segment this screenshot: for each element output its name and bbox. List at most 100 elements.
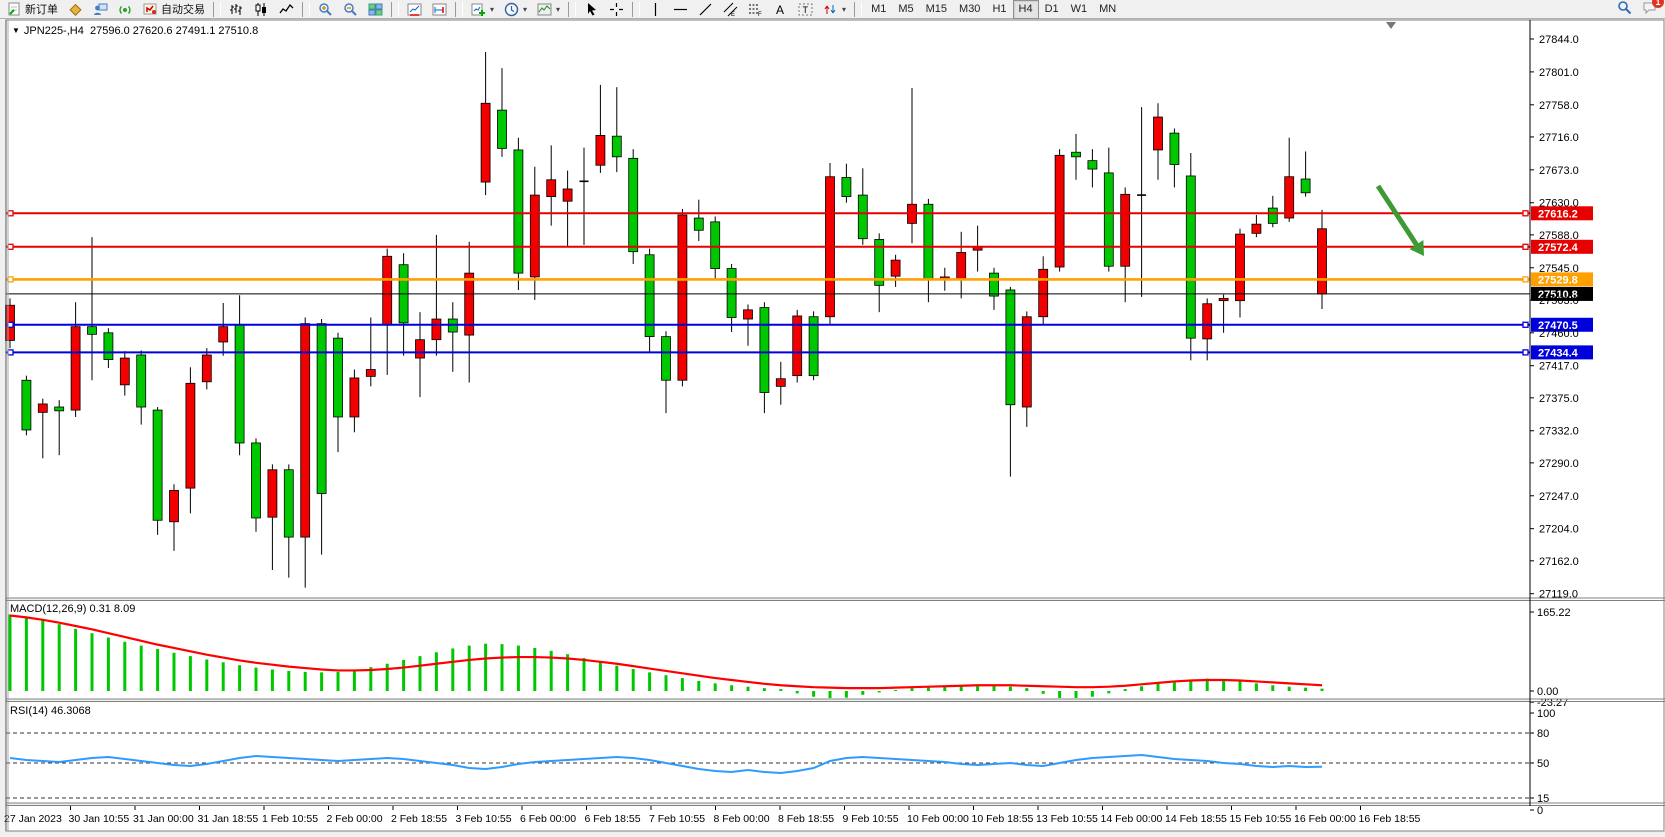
toolbar-separator — [302, 2, 310, 17]
market-watch-button[interactable] — [63, 0, 88, 19]
time-tick-label: 9 Feb 10:55 — [843, 813, 899, 825]
fibonacci-button[interactable]: F — [743, 0, 768, 19]
vline-icon — [648, 2, 663, 17]
new-order-button[interactable]: 新订单 — [2, 0, 63, 19]
period-button[interactable]: ▾ — [499, 0, 532, 19]
hline-button[interactable] — [668, 0, 693, 19]
line-handle[interactable] — [1523, 322, 1528, 327]
rsi-panel[interactable] — [6, 702, 1530, 803]
timeframe-m15-button[interactable]: M15 — [920, 0, 953, 19]
time-tick-label: 31 Jan 00:00 — [133, 813, 194, 825]
price-tick-label: 27758.0 — [1539, 100, 1579, 112]
price-tick-label: 27844.0 — [1539, 34, 1579, 46]
template-button[interactable]: ▾ — [532, 0, 565, 19]
line-handle[interactable] — [8, 211, 13, 216]
timeframe-d1-button[interactable]: D1 — [1039, 0, 1065, 19]
toolbar: 新订单 自动交易 ▾ ▾ ▾ E FA T ▾ M1M5M15M30H1H4D1W1MN 1 — [0, 0, 1665, 19]
price-tick-label: 27801.0 — [1539, 67, 1579, 79]
timeframe-h1-button[interactable]: H1 — [986, 0, 1012, 19]
signals-button[interactable] — [113, 0, 138, 19]
autotrading-button[interactable]: 自动交易 — [138, 0, 210, 19]
new-chart-button[interactable]: ▾ — [466, 0, 499, 19]
time-tick-label: 10 Feb 18:55 — [972, 813, 1034, 825]
line-handle[interactable] — [8, 322, 13, 327]
channel-button[interactable]: E — [718, 0, 743, 19]
svg-text:T: T — [803, 5, 809, 15]
svg-text:A: A — [776, 3, 784, 17]
time-tick-label: 6 Feb 18:55 — [585, 813, 641, 825]
cursor-button[interactable] — [579, 0, 604, 19]
svg-text:27529.8: 27529.8 — [1538, 274, 1578, 286]
notification-badge: 1 — [1652, 0, 1664, 8]
toolbar-group: E FA T ▾ — [643, 0, 851, 18]
autotrading-icon — [143, 2, 158, 17]
toolbar-group — [579, 0, 629, 18]
new-order-icon — [7, 2, 22, 17]
indicators-window-button[interactable] — [402, 0, 427, 19]
crosshair-button[interactable] — [604, 0, 629, 19]
line-chart-button[interactable] — [274, 0, 299, 19]
line-handle[interactable] — [1523, 211, 1528, 216]
toolbar-separator — [854, 2, 862, 17]
line-handle[interactable] — [1523, 350, 1528, 355]
tile-windows-button[interactable] — [363, 0, 388, 19]
search-button[interactable] — [1617, 0, 1632, 18]
price-tag-27572.4: 27572.4 — [1531, 240, 1593, 254]
clock-icon — [504, 2, 519, 17]
line-handle[interactable] — [8, 277, 13, 282]
price-tick-label: 27247.0 — [1539, 491, 1579, 503]
timeframe-w1-button[interactable]: W1 — [1065, 0, 1094, 19]
crosshair-icon — [609, 2, 624, 17]
bar-chart-button[interactable] — [224, 0, 249, 19]
arrows-button[interactable]: ▾ — [818, 0, 851, 19]
candlestick-button[interactable] — [249, 0, 274, 19]
toolbar-separator — [632, 2, 640, 17]
time-tick-label: 1 Feb 10:55 — [262, 813, 318, 825]
trendline-icon — [698, 2, 713, 17]
collapse-triangle-icon[interactable]: ▼ — [12, 26, 20, 35]
candlestick-icon — [254, 2, 269, 17]
profile-button[interactable] — [88, 0, 113, 19]
fibonacci-icon: F — [748, 2, 763, 17]
line-handle[interactable] — [1523, 277, 1528, 282]
time-tick-label: 2 Feb 18:55 — [391, 813, 447, 825]
text-button[interactable]: A — [768, 0, 793, 19]
toolbar-group — [313, 0, 388, 18]
timeframe-mn-button[interactable]: MN — [1093, 0, 1122, 19]
svg-text:E: E — [731, 12, 735, 17]
broadcast-icon — [118, 2, 133, 17]
zoom-out-button[interactable] — [338, 0, 363, 19]
price-tick-label: 27375.0 — [1539, 393, 1579, 405]
toolbar-right-group: 1 — [1617, 0, 1665, 18]
channel-icon: E — [723, 2, 738, 17]
chevron-down-icon[interactable]: ▾ — [523, 5, 527, 14]
time-tick-label: 8 Feb 00:00 — [714, 813, 770, 825]
timeframe-m5-button[interactable]: M5 — [892, 0, 919, 19]
label-button[interactable]: T — [793, 0, 818, 19]
timeframe-m30-button[interactable]: M30 — [953, 0, 986, 19]
hline-icon — [673, 2, 688, 17]
svg-text:27616.2: 27616.2 — [1538, 208, 1578, 220]
chevron-down-icon[interactable]: ▾ — [842, 5, 846, 14]
objects-window-button[interactable] — [427, 0, 452, 19]
toolbar-group: 新订单 自动交易 — [2, 0, 210, 18]
diamond-icon — [68, 2, 83, 17]
vline-button[interactable] — [643, 0, 668, 19]
chart-area[interactable]: 27616.227572.427529.827510.827470.527434… — [0, 19, 1665, 837]
user-monitor-icon — [93, 2, 108, 17]
line-handle[interactable] — [1523, 244, 1528, 249]
chevron-down-icon[interactable]: ▾ — [556, 5, 560, 14]
time-tick-label: 10 Feb 00:00 — [907, 813, 969, 825]
chat-button[interactable]: 1 — [1642, 0, 1657, 18]
time-tick-label: 7 Feb 10:55 — [649, 813, 705, 825]
svg-text:27434.4: 27434.4 — [1538, 347, 1579, 359]
line-handle[interactable] — [8, 244, 13, 249]
timeframe-h4-button[interactable]: H4 — [1013, 0, 1039, 19]
toolbar-separator — [568, 2, 576, 17]
timeframe-m1-button[interactable]: M1 — [865, 0, 892, 19]
line-handle[interactable] — [8, 350, 13, 355]
chart-cross-icon — [432, 2, 447, 17]
trendline-button[interactable] — [693, 0, 718, 19]
zoom-in-button[interactable] — [313, 0, 338, 19]
chevron-down-icon[interactable]: ▾ — [490, 5, 494, 14]
